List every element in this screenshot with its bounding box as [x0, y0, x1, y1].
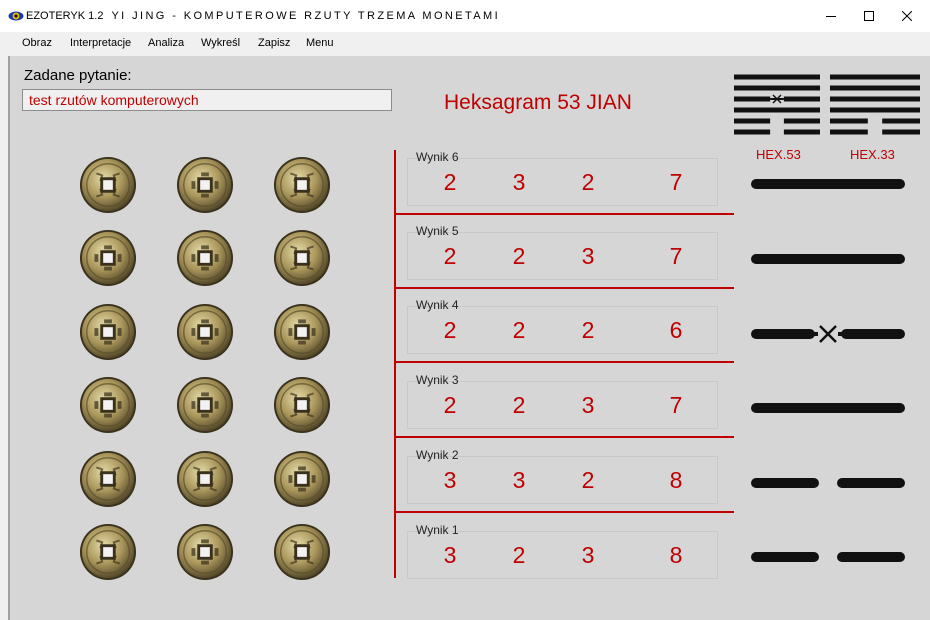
coin-value-2: 3 [512, 169, 526, 195]
result-label: Wynik 2 [416, 448, 459, 462]
result-label: Wynik 6 [416, 150, 459, 164]
row-separator [396, 436, 734, 438]
coin-tails-icon [79, 156, 137, 214]
result-label: Wynik 4 [416, 298, 459, 312]
hexagram-title: Heksagram 53 JIAN [444, 91, 632, 114]
changing-yin-line-icon [751, 325, 905, 343]
coin-value-2: 2 [512, 392, 526, 418]
result-label: Wynik 1 [416, 523, 459, 537]
result-label: Wynik 5 [416, 224, 459, 238]
result-sum: 8 [669, 542, 683, 568]
coin-heads-icon [79, 229, 137, 287]
coin-value-2: 2 [512, 542, 526, 568]
title-bar: EZOTERYK 1.2 YI JING - KOMPUTEROWE RZUTY … [0, 0, 930, 32]
left-border [8, 56, 10, 620]
close-button[interactable] [884, 0, 930, 32]
coin-value-2: 3 [512, 467, 526, 493]
menu-bar: Obraz Interpretacje Analiza Wykreśl Zapi… [0, 32, 930, 54]
coin-heads-icon [79, 303, 137, 361]
coin-tails-icon [176, 450, 234, 508]
coin-value-1: 2 [443, 169, 457, 195]
result-sum: 8 [669, 467, 683, 493]
coin-tails-icon [273, 376, 331, 434]
coin-heads-icon [176, 376, 234, 434]
coin-heads-icon [176, 229, 234, 287]
row-separator [396, 511, 734, 513]
row-separator [396, 287, 734, 289]
eye-app-icon [8, 11, 24, 21]
row-separator [396, 361, 734, 363]
yang-line-icon [751, 403, 905, 413]
menu-interpretacje[interactable]: Interpretacje [70, 37, 131, 49]
coin-value-1: 2 [443, 392, 457, 418]
coin-value-3: 2 [581, 317, 595, 343]
coin-value-3: 3 [581, 243, 595, 269]
menu-wykresl[interactable]: Wykreśl [201, 37, 240, 49]
coin-tails-icon [79, 523, 137, 581]
coin-tails-icon [273, 523, 331, 581]
row-separator [396, 213, 734, 215]
yang-line-icon [751, 254, 905, 264]
close-icon [902, 11, 912, 21]
maximize-icon [864, 11, 874, 21]
result-label: Wynik 3 [416, 373, 459, 387]
result-sum: 6 [669, 317, 683, 343]
coin-value-1: 2 [443, 243, 457, 269]
result-sum: 7 [669, 392, 683, 418]
coin-heads-icon [176, 523, 234, 581]
menu-menu[interactable]: Menu [306, 37, 334, 49]
coin-heads-icon [176, 303, 234, 361]
result-sum: 7 [669, 243, 683, 269]
yin-line-icon [751, 478, 905, 488]
coin-tails-icon [273, 229, 331, 287]
coin-tails-icon [79, 450, 137, 508]
hex-secondary-label: HEX.33 [850, 147, 895, 162]
yang-line-icon [751, 179, 905, 189]
minimize-icon [826, 16, 836, 17]
menu-analiza[interactable]: Analiza [148, 37, 184, 49]
coin-value-3: 2 [581, 467, 595, 493]
question-input[interactable] [22, 89, 392, 111]
question-label: Zadane pytanie: [24, 67, 132, 84]
coin-heads-icon [176, 156, 234, 214]
coin-value-3: 3 [581, 542, 595, 568]
coin-heads-icon [273, 303, 331, 361]
coin-heads-icon [273, 450, 331, 508]
coin-value-2: 2 [512, 243, 526, 269]
window-title: EZOTERYK 1.2 YI JING - KOMPUTEROWE RZUTY … [26, 10, 500, 22]
menu-obraz[interactable]: Obraz [22, 37, 52, 49]
result-sum: 7 [669, 169, 683, 195]
coin-value-1: 3 [443, 542, 457, 568]
coin-value-2: 2 [512, 317, 526, 343]
coin-heads-icon [79, 376, 137, 434]
coin-value-3: 3 [581, 392, 595, 418]
yin-line-icon [751, 552, 905, 562]
coin-value-1: 2 [443, 317, 457, 343]
hex-primary-label: HEX.53 [756, 147, 801, 162]
window-title-text: YI JING - KOMPUTEROWE RZUTY TRZEMA MONET… [111, 10, 501, 22]
app-name: EZOTERYK 1.2 [26, 10, 104, 22]
menu-zapisz[interactable]: Zapisz [258, 37, 290, 49]
coin-value-1: 3 [443, 467, 457, 493]
coin-tails-icon [273, 156, 331, 214]
coin-value-3: 2 [581, 169, 595, 195]
hexagram-pair-icon [734, 74, 920, 135]
